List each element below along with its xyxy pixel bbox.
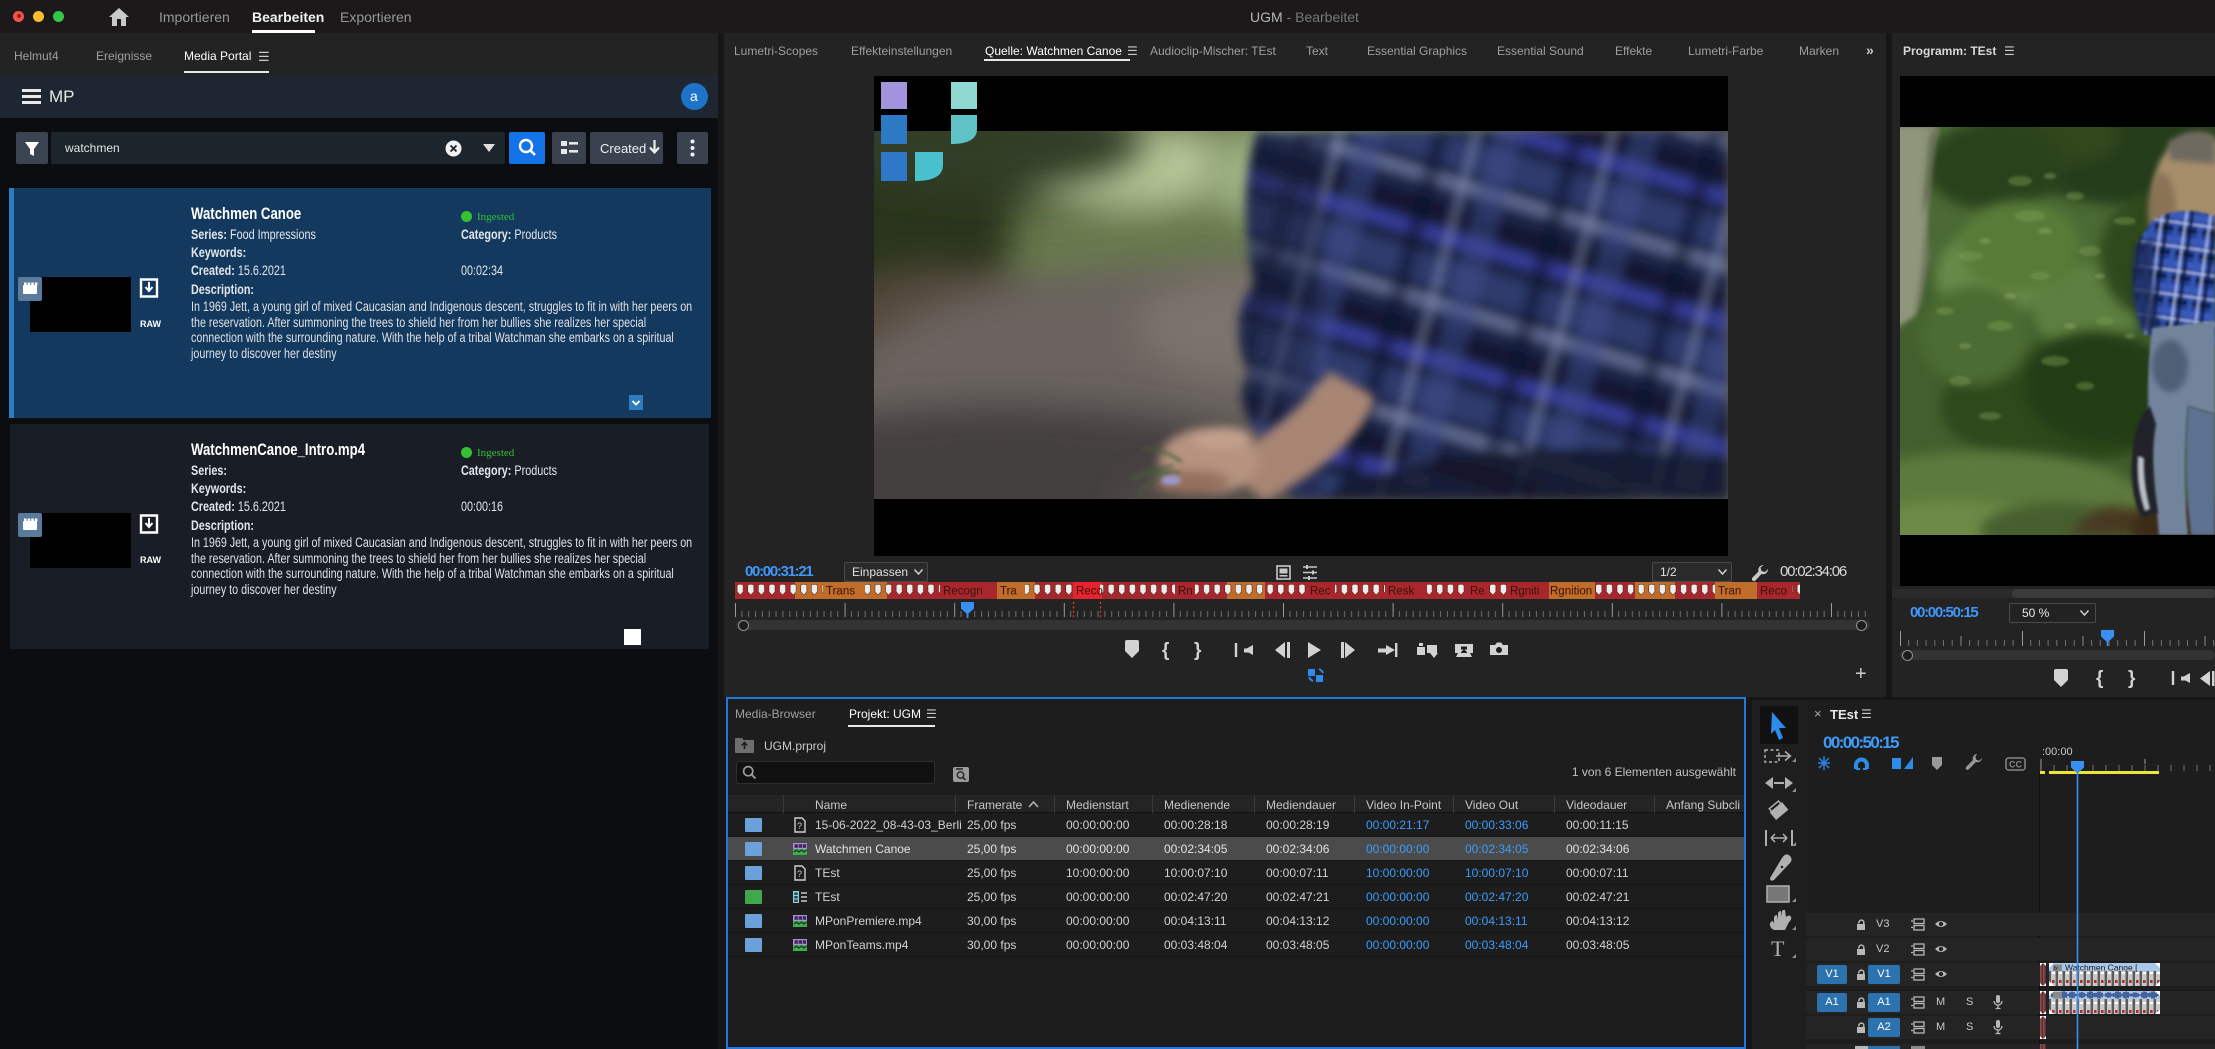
svg-text:Trans: Trans: [826, 586, 855, 598]
svg-text:?: ?: [797, 869, 802, 879]
svg-text:}: }: [2128, 668, 2136, 688]
svg-text:Resk: Resk: [1388, 586, 1414, 598]
svg-text:{: {: [2096, 668, 2103, 688]
svg-text:{: {: [1162, 640, 1169, 661]
svg-text:Re: Re: [1470, 586, 1485, 598]
svg-text:Reco: Reco: [1760, 586, 1787, 598]
svg-text:Rgnition: Rgnition: [1550, 586, 1592, 598]
svg-text:fx: fx: [2054, 966, 2059, 972]
svg-text:Recogn: Recogn: [943, 586, 983, 598]
svg-text:Watchmen Canoe [: Watchmen Canoe [: [2065, 963, 2138, 973]
svg-text:Rec: Rec: [1310, 586, 1331, 598]
svg-text:Rn: Rn: [1178, 586, 1193, 598]
svg-text:Tra: Tra: [1000, 586, 1017, 598]
svg-text:Tran: Tran: [1718, 586, 1741, 598]
svg-text:}: }: [1194, 640, 1202, 661]
svg-text:?: ?: [797, 821, 802, 831]
svg-text:Rgniti: Rgniti: [1510, 586, 1539, 598]
svg-text:T: T: [1771, 936, 1785, 961]
svg-text:Reco: Reco: [1076, 586, 1103, 598]
